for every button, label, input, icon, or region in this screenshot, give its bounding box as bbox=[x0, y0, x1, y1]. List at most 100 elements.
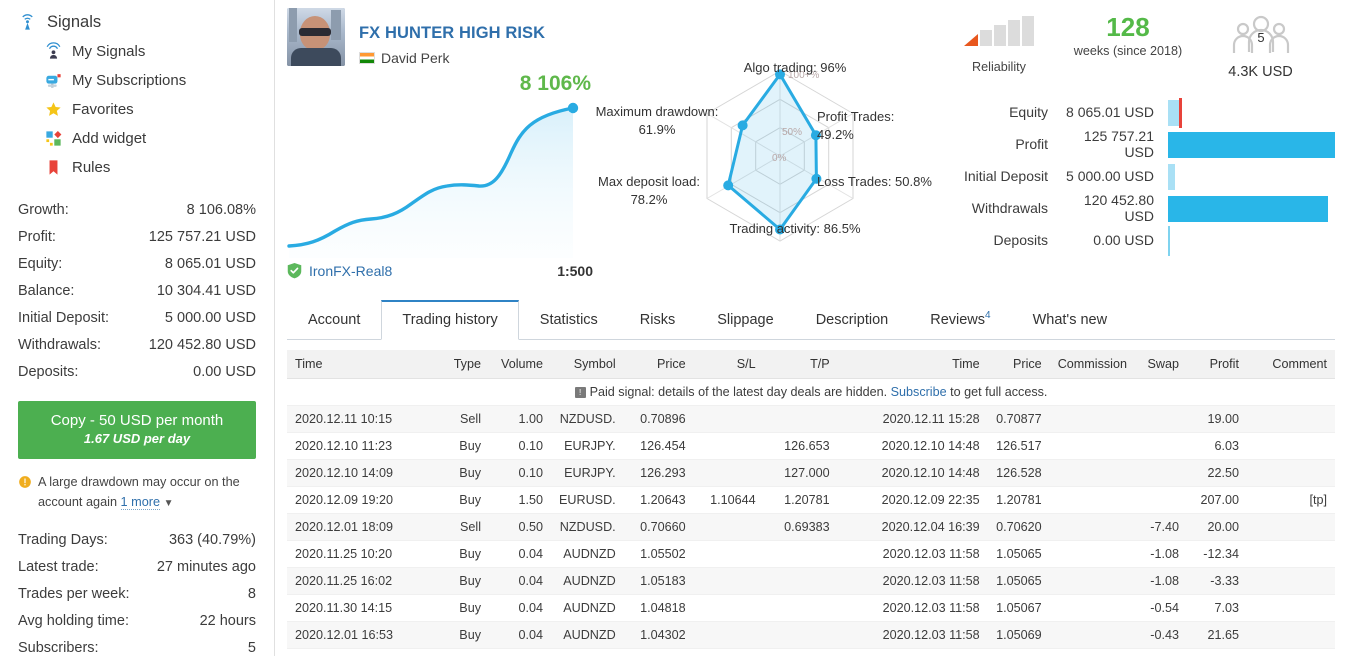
table-row[interactable]: 2020.11.25 16:02 Buy 0.04 AUDNZD 1.05183… bbox=[287, 567, 1335, 595]
col-comment[interactable]: Comment bbox=[1246, 350, 1335, 379]
cell-symbol: AUDNZD bbox=[551, 594, 624, 622]
radar-ring-label-50: 50% bbox=[782, 127, 802, 138]
cell-comment: [tp] bbox=[1246, 648, 1335, 656]
summary-row-equity: Equity: 8 065.01 USD bbox=[18, 250, 256, 277]
summary-value: 363 (40.79%) bbox=[168, 531, 256, 548]
tab-description[interactable]: Description bbox=[795, 301, 910, 340]
col-price-open[interactable]: Price bbox=[623, 350, 694, 379]
col-time-close[interactable]: Time bbox=[837, 350, 988, 379]
cell-swap: -0.43 bbox=[1134, 621, 1187, 649]
weeks-number: 128 bbox=[1106, 12, 1150, 42]
subscribe-link[interactable]: Subscribe bbox=[891, 385, 947, 399]
col-time-open[interactable]: Time bbox=[287, 350, 437, 379]
summary-row-balance: Balance: 10 304.41 USD bbox=[18, 277, 256, 304]
summary-row-avg-holding-time: Avg holding time: 22 hours bbox=[18, 607, 256, 634]
cell-type: Buy bbox=[437, 648, 489, 656]
summary-value: 8 065.01 USD bbox=[164, 255, 256, 272]
summary-row-deposits: Deposits: 0.00 USD bbox=[18, 358, 256, 385]
cell-comment bbox=[1246, 432, 1335, 460]
cell-sl: 1.10644 bbox=[693, 486, 764, 514]
cell-type: Buy bbox=[437, 459, 489, 487]
table-row[interactable]: 2020.11.25 10:20 Buy 0.04 AUDNZD 1.05502… bbox=[287, 540, 1335, 568]
col-symbol[interactable]: Symbol bbox=[551, 350, 624, 379]
sidebar-item-rules[interactable]: Rules bbox=[0, 153, 274, 182]
cell-profit: -12.34 bbox=[1186, 540, 1247, 568]
col-type[interactable]: Type bbox=[437, 350, 489, 379]
cell-volume: 0.04 bbox=[489, 594, 551, 622]
table-row[interactable]: 2020.12.01 17:45 Buy 0.10 AUDNZD- 1.0421… bbox=[287, 648, 1335, 656]
drawdown-more-link[interactable]: 1 more bbox=[120, 494, 161, 510]
drawdown-warning-text-wrap: A large drawdown may occur on the accoun… bbox=[38, 473, 256, 512]
col-tp[interactable]: T/P bbox=[763, 350, 838, 379]
radar-chart: 100+% 50% 0% bbox=[706, 69, 854, 242]
col-profit[interactable]: Profit bbox=[1186, 350, 1247, 379]
account-summary-list: Growth: 8 106.08% Profit: 125 757.21 USD… bbox=[0, 196, 274, 385]
sidebar-item-my-subscriptions[interactable]: My Subscriptions bbox=[0, 66, 274, 95]
summary-value: 5 000.00 USD bbox=[164, 309, 256, 326]
signal-overview: FX HUNTER HIGH RISK David Perk 8 106% Ir… bbox=[275, 0, 1347, 290]
col-commission[interactable]: Commission bbox=[1049, 350, 1135, 379]
cell-profit: 20.00 bbox=[1186, 513, 1247, 541]
cell-swap bbox=[1134, 432, 1187, 460]
tab-whats-new[interactable]: What's new bbox=[1012, 301, 1129, 340]
col-volume[interactable]: Volume bbox=[489, 350, 551, 379]
table-row[interactable]: 2020.11.30 14:15 Buy 0.04 AUDNZD 1.04818… bbox=[287, 594, 1335, 622]
tab-statistics[interactable]: Statistics bbox=[519, 301, 619, 340]
cell-comment: [tp] bbox=[1246, 486, 1335, 514]
main-content: FX HUNTER HIGH RISK David Perk 8 106% Ir… bbox=[275, 0, 1347, 656]
col-sl[interactable]: S/L bbox=[693, 350, 764, 379]
cell-tp: 0.69383 bbox=[763, 513, 838, 541]
cell-comment bbox=[1246, 621, 1335, 649]
tab-bar: Account Trading history Statistics Risks… bbox=[287, 298, 1335, 340]
cell-commission bbox=[1049, 594, 1135, 622]
sidebar-root-signals[interactable]: Signals bbox=[0, 8, 274, 37]
summary-row-growth: Growth: 8 106.08% bbox=[18, 196, 256, 223]
table-row[interactable]: 2020.12.01 16:53 Buy 0.04 AUDNZD 1.04302… bbox=[287, 621, 1335, 649]
sidebar-item-favorites[interactable]: Favorites bbox=[0, 95, 274, 124]
table-row[interactable]: 2020.12.10 11:23 Buy 0.10 EURJPY. 126.45… bbox=[287, 432, 1335, 460]
table-row[interactable]: 2020.12.09 19:20 Buy 1.50 EURUSD. 1.2064… bbox=[287, 486, 1335, 514]
chevron-down-icon[interactable]: ▼ bbox=[164, 496, 174, 512]
table-row[interactable]: 2020.12.10 14:09 Buy 0.10 EURJPY. 126.29… bbox=[287, 459, 1335, 487]
subscribers-amount: 4.3K USD bbox=[1228, 64, 1293, 80]
cell-comment bbox=[1246, 567, 1335, 595]
signal-author: David Perk bbox=[359, 50, 545, 66]
table-row[interactable]: 2020.12.01 18:09 Sell 0.50 NZDUSD. 0.706… bbox=[287, 513, 1335, 541]
signal-identity: FX HUNTER HIGH RISK David Perk bbox=[359, 8, 545, 66]
avatar[interactable] bbox=[287, 8, 345, 66]
star-icon bbox=[44, 100, 63, 119]
cell-type: Buy bbox=[437, 621, 489, 649]
tab-trading-history[interactable]: Trading history bbox=[381, 299, 519, 340]
balance-row-equity: Equity 8 065.01 USD bbox=[940, 96, 1335, 128]
tab-risks[interactable]: Risks bbox=[619, 301, 696, 340]
growth-chart: 8 106% bbox=[287, 72, 597, 258]
summary-row-initial-deposit: Initial Deposit: 5 000.00 USD bbox=[18, 304, 256, 331]
sidebar-item-add-widget[interactable]: Add widget bbox=[0, 124, 274, 153]
col-price-close[interactable]: Price bbox=[987, 350, 1050, 379]
notice-suffix: to get full access. bbox=[950, 385, 1048, 399]
cell-tp: 126.653 bbox=[763, 432, 838, 460]
cell-commission bbox=[1049, 405, 1135, 433]
tab-slippage[interactable]: Slippage bbox=[696, 301, 794, 340]
cell-profit: 6.03 bbox=[1186, 432, 1247, 460]
cell-price-open: 1.04302 bbox=[623, 621, 694, 649]
cell-price-open: 126.293 bbox=[623, 459, 694, 487]
copy-subscribe-button[interactable]: Copy - 50 USD per month 1.67 USD per day bbox=[18, 401, 256, 459]
cell-volume: 1.00 bbox=[489, 405, 551, 433]
cell-volume: 0.10 bbox=[489, 432, 551, 460]
cell-time-open: 2020.12.01 18:09 bbox=[287, 513, 437, 541]
cell-price-close: 0.70877 bbox=[987, 405, 1050, 433]
drawdown-warning: A large drawdown may occur on the accoun… bbox=[18, 473, 256, 512]
metrics-panel: Reliability 128 weeks (since 2018) 5 4.3… bbox=[940, 8, 1335, 290]
col-swap[interactable]: Swap bbox=[1134, 350, 1187, 379]
tab-account[interactable]: Account bbox=[287, 301, 381, 340]
balance-bar bbox=[1168, 164, 1175, 190]
table-row[interactable]: 2020.12.11 10:15 Sell 1.00 NZDUSD. 0.708… bbox=[287, 405, 1335, 433]
balance-key: Profit bbox=[1015, 136, 1048, 152]
cell-price-close: 1.05065 bbox=[987, 540, 1050, 568]
sidebar-item-my-signals[interactable]: My Signals bbox=[0, 37, 274, 66]
summary-value: 0.00 USD bbox=[193, 363, 256, 380]
cell-symbol: EURJPY. bbox=[551, 459, 624, 487]
page-title[interactable]: FX HUNTER HIGH RISK bbox=[359, 24, 545, 43]
tab-reviews[interactable]: Reviews4 bbox=[909, 299, 1011, 340]
